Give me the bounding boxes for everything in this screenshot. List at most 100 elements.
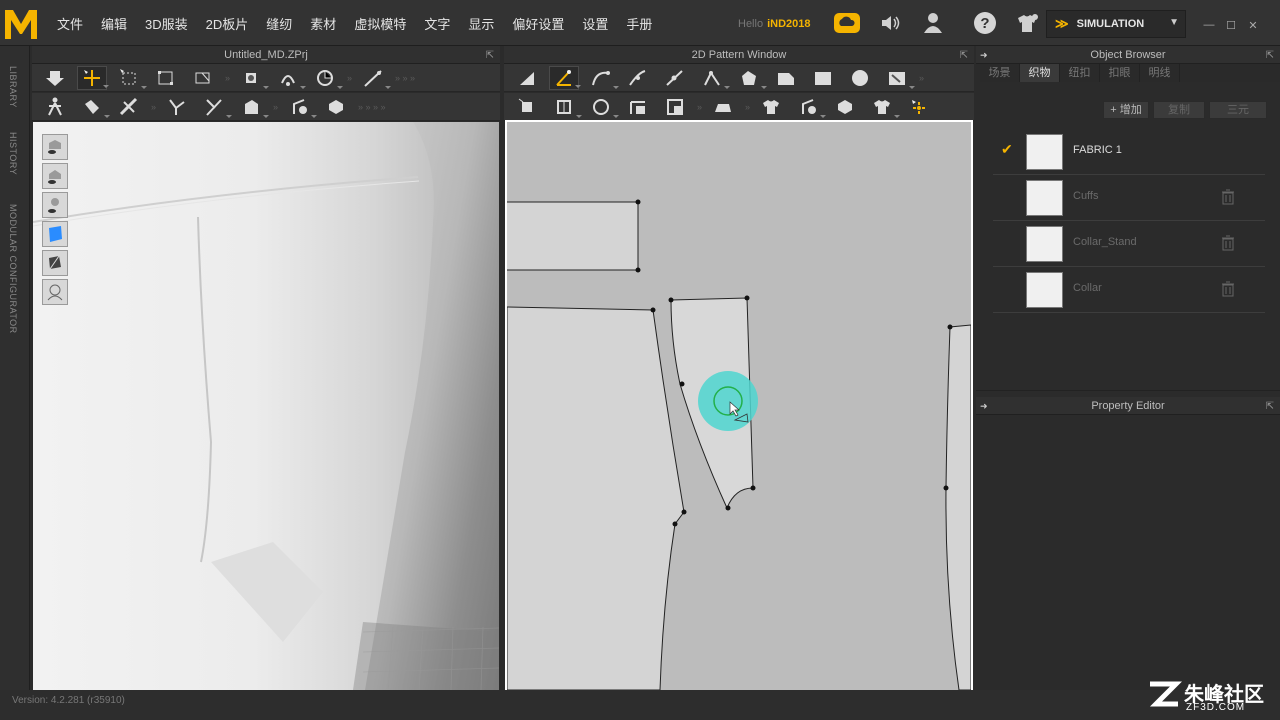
app-logo	[5, 10, 37, 39]
popout-icon[interactable]: ⇱	[1266, 398, 1274, 416]
cage-icon[interactable]	[310, 66, 344, 90]
edit-curve-point-icon[interactable]	[623, 66, 653, 90]
svg-text:?: ?	[980, 15, 989, 32]
sewing-2d-icon[interactable]	[623, 95, 653, 119]
button-tool-icon[interactable]	[284, 95, 318, 119]
menu-item[interactable]: 编辑	[92, 14, 136, 33]
menu-item[interactable]: 3D服装	[136, 14, 197, 33]
speaker-icon[interactable]	[876, 8, 906, 38]
fabric-row[interactable]: Collar_Stand	[993, 221, 1265, 267]
fold-arrange-icon[interactable]	[188, 66, 218, 90]
edit-curvature-icon[interactable]	[586, 66, 619, 90]
menu-item[interactable]: 2D板片	[197, 14, 258, 33]
cloud-icon[interactable]	[832, 8, 862, 38]
transform-box-icon[interactable]	[151, 66, 181, 90]
trim-icon[interactable]	[830, 95, 860, 119]
trash-icon[interactable]	[1221, 189, 1235, 205]
add-fabric-button[interactable]: + 增加	[1103, 101, 1149, 119]
object-browser-tab[interactable]: 织物	[1020, 64, 1060, 82]
3d-garment-viewport[interactable]	[33, 122, 499, 690]
show-garment-icon[interactable]	[42, 134, 68, 160]
fabric-row[interactable]: Cuffs	[993, 175, 1265, 221]
help-icon[interactable]: ?	[970, 8, 1000, 38]
user-icon[interactable]	[918, 8, 948, 38]
rect-pattern-icon[interactable]	[808, 66, 838, 90]
button-2d-icon[interactable]	[793, 95, 827, 119]
select-box-icon[interactable]	[114, 66, 147, 90]
steam-iron-icon[interactable]	[708, 95, 738, 119]
fabric-row[interactable]: Collar	[993, 267, 1265, 313]
move-tool-icon[interactable]	[77, 65, 109, 90]
free-sewing-2d-icon[interactable]	[660, 95, 690, 119]
collapse-arrow-icon[interactable]: ➜	[980, 46, 988, 64]
copy-fabric-button[interactable]: 复制	[1153, 101, 1205, 119]
circle-pattern-icon[interactable]	[845, 66, 875, 90]
menu-item[interactable]: 设置	[573, 14, 617, 33]
pin-icon[interactable]	[273, 66, 307, 90]
avatar-pose-icon[interactable]	[40, 95, 70, 119]
fabric-block-icon[interactable]	[236, 95, 270, 119]
tack-2d-icon[interactable]	[512, 95, 542, 119]
show-avatar-icon[interactable]	[42, 192, 68, 218]
segment-sewing-icon[interactable]	[162, 95, 192, 119]
popout-icon[interactable]: ⇱	[486, 47, 494, 65]
shaded-mode-icon[interactable]	[42, 250, 68, 276]
edit-avatar-icon[interactable]	[77, 95, 110, 119]
menu-item[interactable]: 手册	[617, 14, 661, 33]
simulate-down-icon[interactable]	[40, 66, 70, 90]
add-point-icon[interactable]	[660, 66, 690, 90]
object-browser-tab[interactable]: 场景	[980, 64, 1020, 82]
simulation-mode-dropdown[interactable]: ≫ SIMULATION ▼	[1046, 10, 1186, 38]
menu-item[interactable]: 文件	[48, 14, 92, 33]
menu-item[interactable]: 文字	[415, 14, 459, 33]
avatar-garment-icon[interactable]	[1012, 8, 1042, 38]
menu-item[interactable]: 显示	[459, 14, 503, 33]
maximize-button[interactable]: ☐	[1224, 18, 1238, 32]
graphic-icon[interactable]	[867, 95, 901, 119]
popout-icon[interactable]: ⇱	[960, 47, 968, 65]
pleat-icon[interactable]	[549, 95, 582, 119]
delete-unused-button[interactable]: 三元	[1209, 101, 1267, 119]
gizmo-icon[interactable]	[904, 95, 934, 119]
select-button-icon[interactable]	[321, 95, 351, 119]
trash-icon[interactable]	[1221, 281, 1235, 297]
measure-icon[interactable]	[358, 66, 392, 90]
2d-pattern-canvas[interactable]	[505, 120, 973, 692]
menu-item[interactable]: 偏好设置	[503, 14, 573, 33]
menu-item[interactable]: 虚拟模特	[345, 14, 415, 33]
fabric-swatch[interactable]	[1026, 180, 1063, 216]
edit-pattern-icon[interactable]	[549, 65, 581, 90]
polygon-icon[interactable]	[734, 66, 767, 90]
rectangle-icon[interactable]	[771, 66, 801, 90]
minimize-button[interactable]: —	[1202, 18, 1216, 32]
object-browser-tab[interactable]: 纽扣	[1060, 64, 1100, 82]
tshirt-icon[interactable]	[756, 95, 786, 119]
modular-configurator-tab[interactable]: MODULAR CONFIGURATOR	[8, 204, 18, 334]
fabric-swatch[interactable]	[1026, 272, 1063, 308]
object-browser-tab[interactable]: 明线	[1140, 64, 1180, 82]
popout-icon[interactable]: ⇱	[1266, 47, 1274, 65]
fabric-swatch[interactable]	[1026, 226, 1063, 262]
menu-item[interactable]: 缝纫	[257, 14, 301, 33]
internal-polygon-icon[interactable]	[882, 66, 915, 90]
object-browser-tab[interactable]: 扣眼	[1100, 64, 1140, 82]
object-browser-actions: + 增加 复制 三元	[1103, 101, 1271, 119]
free-sewing-icon[interactable]	[199, 95, 233, 119]
collapse-arrow-icon[interactable]: ➜	[980, 397, 988, 415]
menu-item[interactable]: 素材	[301, 14, 345, 33]
cut-point-icon[interactable]	[697, 66, 730, 90]
fold-icon[interactable]	[586, 95, 619, 119]
show-pattern-icon[interactable]	[42, 163, 68, 189]
transform-pattern-icon[interactable]	[512, 66, 542, 90]
trash-icon[interactable]	[1221, 235, 1235, 251]
view2d-toolbar-1: »	[504, 64, 974, 92]
library-tab[interactable]: LIBRARY	[8, 66, 18, 108]
fabric-swatch[interactable]	[1026, 134, 1063, 170]
avatar-display-icon[interactable]	[42, 279, 68, 305]
fabric-row[interactable]: ✔ FABRIC 1	[993, 129, 1265, 175]
garment-fit-icon[interactable]	[114, 95, 144, 119]
texture-mode-icon[interactable]	[42, 221, 68, 247]
history-tab[interactable]: HISTORY	[8, 132, 18, 175]
close-button[interactable]: ✕	[1246, 18, 1260, 32]
tack-icon[interactable]	[236, 66, 270, 90]
